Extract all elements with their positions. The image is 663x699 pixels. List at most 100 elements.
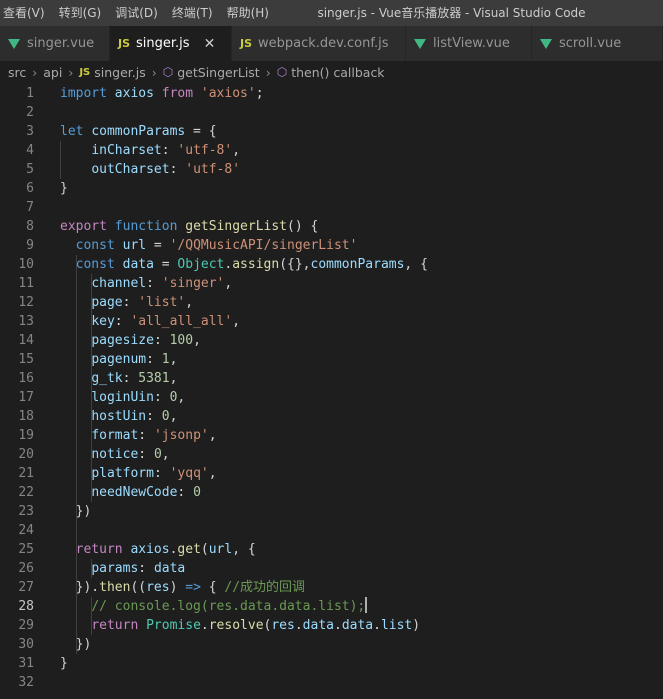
- code-text: const url = '/QQMusicAPI/singerList': [75, 238, 358, 253]
- tab-webpack-dev-conf[interactable]: JS webpack.dev.conf.js: [232, 26, 406, 61]
- code-text: }: [60, 181, 68, 196]
- code-line[interactable]: 24: [0, 521, 663, 540]
- code-line[interactable]: 16 g_tk: 5381,: [0, 369, 663, 388]
- line-number: 11: [18, 276, 34, 291]
- code-line[interactable]: 30 }): [0, 635, 663, 654]
- code-line[interactable]: 7: [0, 198, 663, 217]
- line-number: 18: [18, 409, 34, 424]
- breadcrumb-src[interactable]: src: [8, 65, 26, 80]
- line-number: 13: [18, 314, 34, 329]
- code-text: const data = Object.assign({},commonPara…: [75, 257, 428, 272]
- tab-scroll-vue[interactable]: scroll.vue: [532, 26, 663, 61]
- line-number: 23: [18, 504, 34, 519]
- breadcrumb-api[interactable]: api: [43, 65, 62, 80]
- code-line[interactable]: 32: [0, 673, 663, 692]
- method-icon: ⬡: [162, 65, 174, 79]
- code-line[interactable]: 19 format: 'jsonp',: [0, 426, 663, 445]
- line-number: 2: [26, 105, 34, 120]
- code-line[interactable]: 21 platform: 'yqq',: [0, 464, 663, 483]
- breadcrumb-function[interactable]: getSingerList: [177, 65, 259, 80]
- line-number: 5: [26, 162, 34, 177]
- line-number: 26: [18, 561, 34, 576]
- code-line[interactable]: 29 return Promise.resolve(res.data.data.…: [0, 616, 663, 635]
- js-icon: JS: [240, 37, 253, 50]
- line-number: 8: [26, 219, 34, 234]
- code-text: }).then((res) => { //成功的回调: [60, 580, 306, 595]
- breadcrumb-file[interactable]: singer.js: [94, 65, 145, 80]
- code-line[interactable]: 12 page: 'list',: [0, 293, 663, 312]
- window-title: singer.js - Vue音乐播放器 - Visual Studio Cod…: [317, 6, 586, 20]
- tab-singer-vue[interactable]: singer.vue: [0, 26, 110, 61]
- code-text: }): [60, 504, 92, 519]
- line-number: 17: [18, 390, 34, 405]
- code-text: let commonParams = {: [60, 124, 217, 139]
- code-line[interactable]: 6}: [0, 179, 663, 198]
- code-line[interactable]: 15 pagenum: 1,: [0, 350, 663, 369]
- code-line[interactable]: 31}: [0, 654, 663, 673]
- code-line[interactable]: 22 needNewCode: 0: [0, 483, 663, 502]
- line-number: 6: [26, 181, 34, 196]
- line-number: 21: [18, 466, 34, 481]
- line-number: 10: [18, 257, 34, 272]
- line-number: 4: [26, 143, 34, 158]
- code-line[interactable]: 26 params: data: [0, 559, 663, 578]
- vue-icon: [414, 38, 426, 49]
- code-line[interactable]: 17 loginUin: 0,: [0, 388, 663, 407]
- code-text: // console.log(res.data.data.list);: [91, 597, 368, 614]
- indent-guide: [75, 521, 77, 540]
- tab-label: scroll.vue: [559, 36, 622, 51]
- line-number: 28: [18, 599, 34, 614]
- code-editor[interactable]: 1 import axios from 'axios'; 2 3 let commonP…: [0, 84, 663, 699]
- code-text: g_tk: 5381,: [91, 371, 178, 386]
- tab-label: listView.vue: [433, 36, 510, 51]
- code-line[interactable]: 23 }): [0, 502, 663, 521]
- close-icon[interactable]: ✕: [204, 36, 216, 52]
- code-line[interactable]: 8 export function getSingerList() {: [0, 217, 663, 236]
- breadcrumb: src › api › JS singer.js › ⬡ getSingerLi…: [0, 61, 663, 83]
- code-text: return Promise.resolve(res.data.data.lis…: [91, 618, 421, 633]
- code-text: page: 'list',: [91, 295, 194, 310]
- tab-label: singer.js: [136, 36, 190, 51]
- line-number: 30: [18, 637, 34, 652]
- breadcrumb-callback[interactable]: then() callback: [291, 65, 384, 80]
- code-line[interactable]: 25 return axios.get(url, {: [0, 540, 663, 559]
- code-line[interactable]: 3 let commonParams = {: [0, 122, 663, 141]
- code-line[interactable]: 2: [0, 103, 663, 122]
- code-line[interactable]: 28 // console.log(res.data.data.list);: [0, 597, 663, 616]
- code-text: params: data: [91, 561, 186, 576]
- code-line[interactable]: 10 const data = Object.assign({},commonP…: [0, 255, 663, 274]
- chevron-right-icon: ›: [68, 64, 74, 80]
- line-number: 25: [18, 542, 34, 557]
- line-number: 22: [18, 485, 34, 500]
- code-text: platform: 'yqq',: [91, 466, 217, 481]
- code-line[interactable]: 4 inCharset: 'utf-8',: [0, 141, 663, 160]
- code-text: pagenum: 1,: [91, 352, 178, 367]
- code-line[interactable]: 5 outCharset: 'utf-8': [0, 160, 663, 179]
- text-cursor: [365, 597, 368, 613]
- code-text: outCharset: 'utf-8': [91, 162, 241, 177]
- code-line[interactable]: 11 channel: 'singer',: [0, 274, 663, 293]
- vue-icon: [8, 38, 20, 49]
- tab-listview-vue[interactable]: listView.vue: [406, 26, 532, 61]
- tab-bar: singer.vue JS singer.js ✕ JS webpack.dev…: [0, 26, 663, 61]
- code-line[interactable]: 13 key: 'all_all_all',: [0, 312, 663, 331]
- tab-singer-js[interactable]: JS singer.js ✕: [110, 26, 232, 61]
- js-icon: JS: [79, 66, 91, 78]
- line-number: 31: [18, 656, 34, 671]
- code-line[interactable]: 18 hostUin: 0,: [0, 407, 663, 426]
- title-bar: 查看(V) 转到(G) 调试(D) 终端(T) 帮助(H) singer.js …: [0, 0, 663, 26]
- code-line[interactable]: 27 }).then((res) => { //成功的回调: [0, 578, 663, 597]
- code-line[interactable]: 20 notice: 0,: [0, 445, 663, 464]
- line-number: 29: [18, 618, 34, 633]
- line-number: 3: [26, 124, 34, 139]
- method-icon: ⬡: [276, 65, 288, 79]
- line-number: 7: [26, 200, 34, 215]
- line-number: 15: [18, 352, 34, 367]
- line-number: 32: [18, 675, 34, 690]
- code-line[interactable]: 9 const url = '/QQMusicAPI/singerList': [0, 236, 663, 255]
- code-line[interactable]: 1 import axios from 'axios';: [0, 84, 663, 103]
- code-line[interactable]: 14 pagesize: 100,: [0, 331, 663, 350]
- chevron-right-icon: ›: [151, 64, 157, 80]
- line-number: 9: [26, 238, 34, 253]
- code-text: notice: 0,: [91, 447, 170, 462]
